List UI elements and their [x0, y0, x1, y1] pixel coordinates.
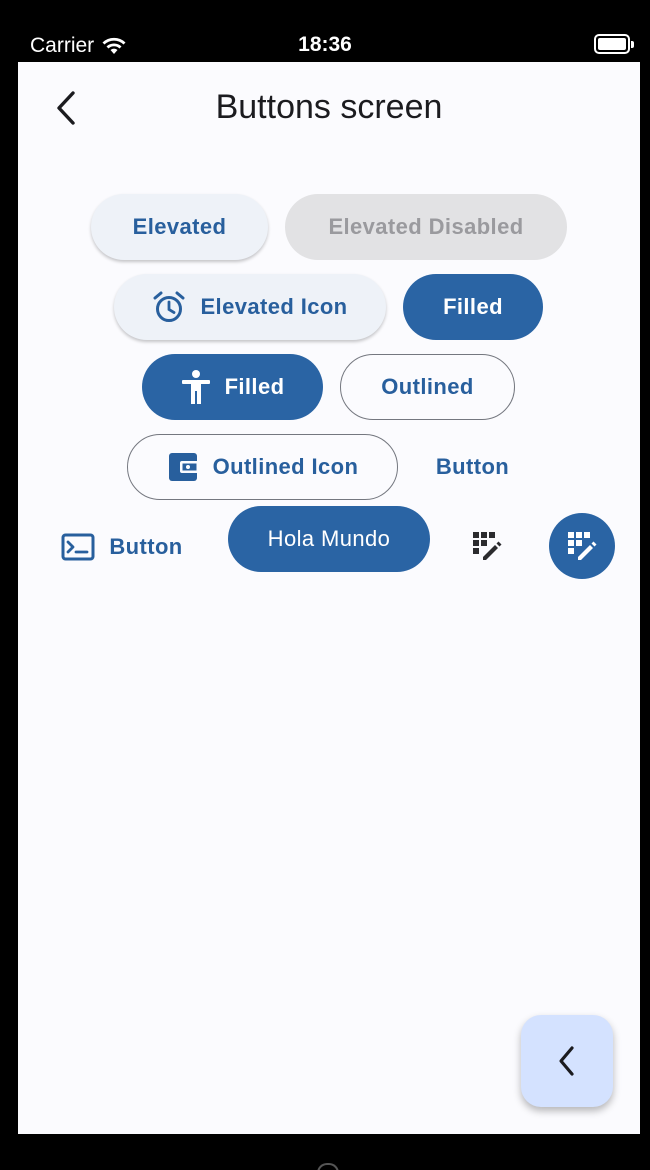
outlined-button-label: Outlined [381, 374, 474, 399]
terminal-icon [61, 533, 95, 561]
wallet-icon [168, 453, 199, 481]
page-title: Buttons screen [215, 88, 443, 126]
elevated-icon-button-label: Elevated Icon [200, 294, 348, 319]
filled-icon-button-circle[interactable] [549, 513, 615, 579]
grid-edit-icon [568, 532, 597, 560]
elevated-disabled-button: Elevated Disabled [285, 194, 567, 260]
filled-button[interactable]: Filled [403, 274, 543, 340]
home-indicator [317, 1163, 339, 1170]
elevated-button-label: Elevated [132, 214, 227, 239]
back-fab[interactable] [521, 1015, 613, 1107]
custom-button-label: Hola Mundo [267, 526, 391, 551]
icon-button[interactable] [454, 513, 520, 579]
outlined-icon-button-label: Outlined Icon [212, 454, 359, 479]
text-button-label: Button [435, 454, 510, 479]
custom-hola-mundo-button[interactable]: Hola Mundo [228, 506, 430, 572]
elevated-disabled-button-label: Elevated Disabled [328, 214, 524, 239]
battery-icon [594, 34, 634, 54]
grid-edit-icon [473, 532, 502, 560]
chevron-left-icon [559, 1046, 574, 1076]
filled-icon-button[interactable]: Filled [142, 354, 323, 420]
elevated-icon-button[interactable]: Elevated Icon [114, 274, 386, 340]
outlined-icon-button[interactable]: Outlined Icon [127, 434, 398, 500]
filled-icon-button-label: Filled [224, 374, 285, 399]
text-button[interactable]: Button [415, 434, 530, 500]
accessibility-icon [181, 370, 210, 404]
text-icon-button[interactable]: Button [42, 514, 202, 580]
filled-button-label: Filled [443, 294, 503, 319]
app-screen: Buttons screen Elevated Elevated Disable… [18, 62, 640, 1134]
app-bar: Buttons screen [18, 62, 640, 152]
text-icon-button-label: Button [109, 534, 183, 559]
clock: 18:36 [298, 33, 352, 56]
outlined-button[interactable]: Outlined [340, 354, 515, 420]
elevated-button[interactable]: Elevated [91, 194, 268, 260]
alarm-icon [153, 291, 185, 322]
